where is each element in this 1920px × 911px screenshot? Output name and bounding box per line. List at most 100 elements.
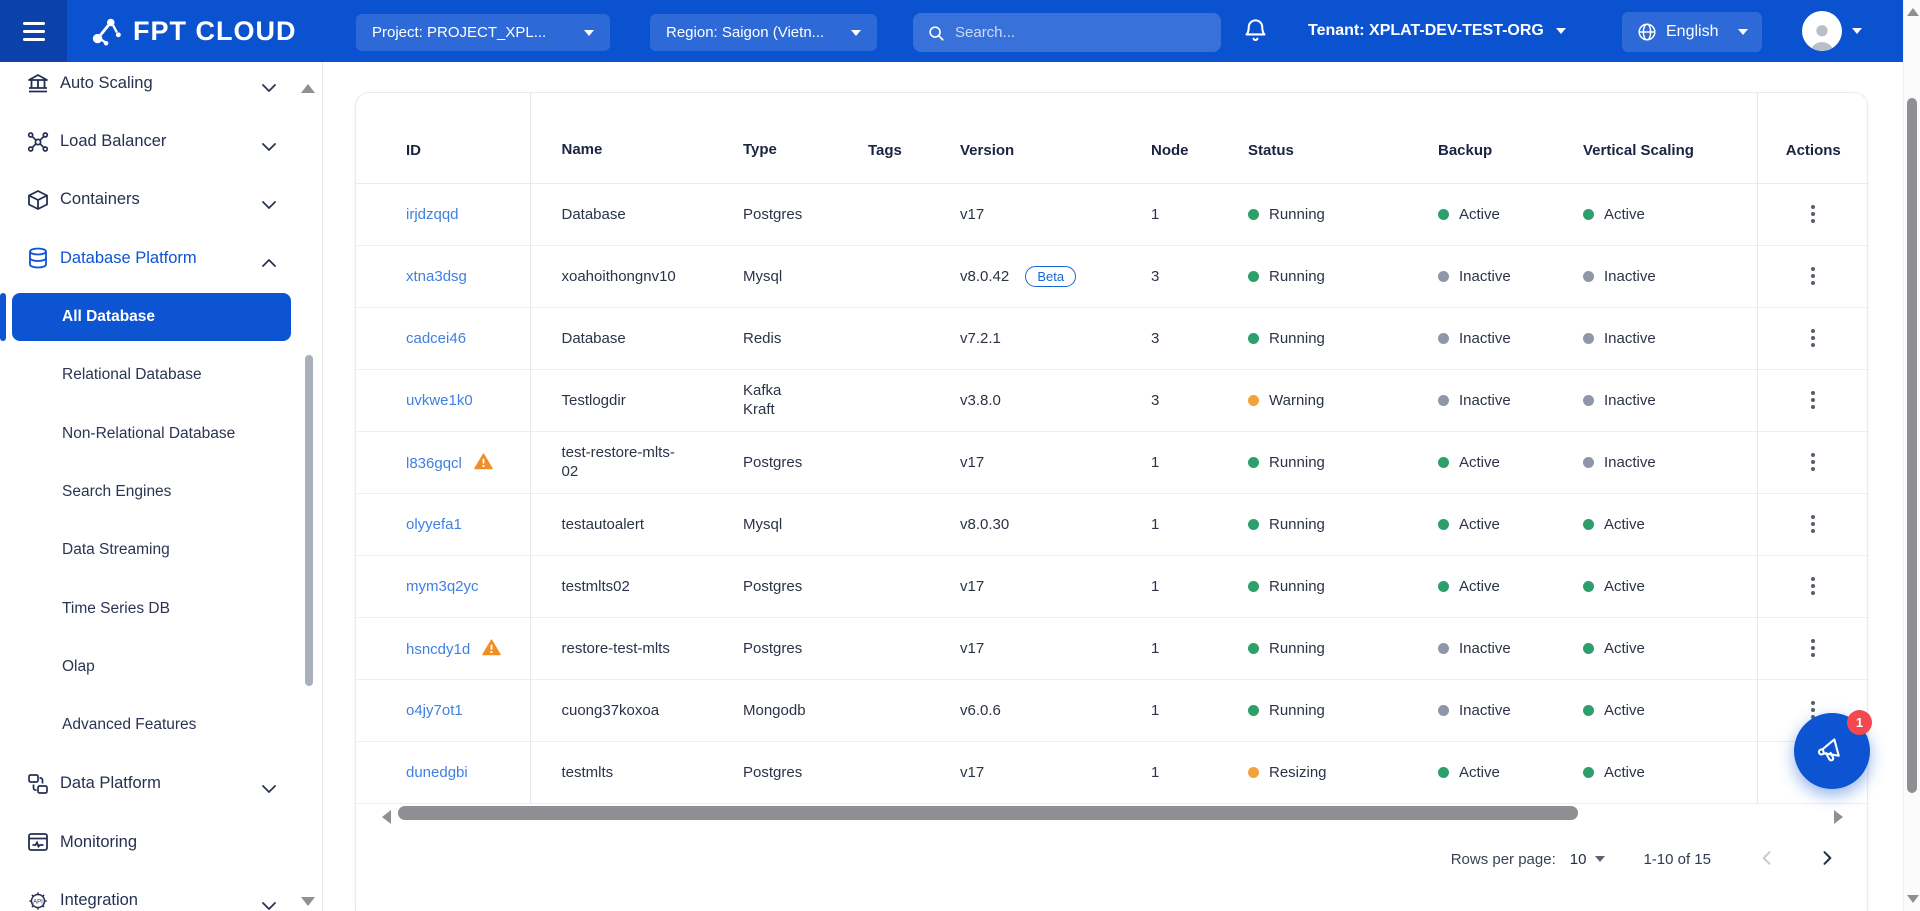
table-row[interactable]: l836gqcl test-restore-mlts- 02 Postgres … <box>356 431 1869 493</box>
status-cell: Warning <box>1248 369 1438 431</box>
database-id-link[interactable]: l836gqcl <box>406 455 462 472</box>
row-actions-kebab-button[interactable] <box>1801 444 1825 480</box>
warning-icon <box>482 639 501 656</box>
search-input[interactable] <box>955 24 1175 41</box>
sidebar-scroll-up-icon[interactable] <box>301 84 315 93</box>
region-selector[interactable]: Region: Saigon (Vietn... <box>650 14 877 51</box>
row-actions-kebab-button[interactable] <box>1801 258 1825 294</box>
column-header-actions: Actions <box>1757 93 1869 183</box>
column-header-version: Version <box>960 93 1151 183</box>
database-name: Testlogdir <box>530 369 743 431</box>
row-actions-kebab-button[interactable] <box>1801 196 1825 232</box>
table-row[interactable]: o4jy7ot1 cuong37koxoa Mongodb v6.0.6 1 R… <box>356 679 1869 741</box>
warning-icon <box>474 453 493 470</box>
sidebar-item-non-relational-database[interactable]: Non-Relational Database <box>0 404 322 462</box>
sidebar-item-advanced-features[interactable]: Advanced Features <box>0 696 322 754</box>
sidebar-item-database-platform[interactable]: Database Platform <box>0 229 322 287</box>
language-selector[interactable]: English <box>1622 12 1762 52</box>
status-dot <box>1248 333 1259 344</box>
sidebar-subitem-pill: Relational Database <box>12 351 291 399</box>
sidebar-item-containers[interactable]: Containers <box>0 171 322 229</box>
backup-cell: Active <box>1438 493 1583 555</box>
scroll-left-icon[interactable] <box>382 810 391 824</box>
backup-cell: Inactive <box>1438 369 1583 431</box>
table-row[interactable]: cadcei46 Database Redis v7.2.1 3 Running… <box>356 307 1869 369</box>
sidebar-item-data-streaming[interactable]: Data Streaming <box>0 521 322 579</box>
chevron-right-icon <box>1817 848 1837 868</box>
vertical-scaling-cell: Active <box>1583 493 1757 555</box>
rows-per-page-select[interactable]: 10 <box>1570 851 1606 868</box>
table-row[interactable]: dunedgbi testmlts Postgres v17 1 Resizin… <box>356 741 1869 803</box>
tenant-selector[interactable]: Tenant: XPLAT-DEV-TEST-ORG <box>1308 0 1566 62</box>
chevron-down-icon <box>1738 29 1748 35</box>
row-actions-kebab-button[interactable] <box>1801 506 1825 542</box>
database-id-link[interactable]: o4jy7ot1 <box>406 702 463 719</box>
megaphone-icon <box>1812 731 1852 771</box>
database-id-link[interactable]: irjdzqqd <box>406 206 459 223</box>
table-row[interactable]: uvkwe1k0 Testlogdir Kafka Kraft v3.8.0 3… <box>356 369 1869 431</box>
status-dot <box>1248 581 1259 592</box>
database-id-link[interactable]: hsncdy1d <box>406 641 470 658</box>
page-scrollbar-thumb[interactable] <box>1907 98 1917 793</box>
user-menu[interactable] <box>1802 0 1862 62</box>
database-type: Kafka Kraft <box>743 369 868 431</box>
database-id-link[interactable]: uvkwe1k0 <box>406 392 473 409</box>
backup-status-dot <box>1438 705 1449 716</box>
sidebar-scrollbar-thumb[interactable] <box>305 355 313 686</box>
hamburger-menu-button[interactable] <box>0 0 67 62</box>
sidebar-item-load-balancer[interactable]: Load Balancer <box>0 112 322 170</box>
sidebar-item-monitoring[interactable]: Monitoring <box>0 813 322 871</box>
sidebar-item-data-platform[interactable]: Data Platform <box>0 755 322 813</box>
chevron-left-icon <box>1757 848 1777 868</box>
table-row[interactable]: hsncdy1d restore-test-mlts Postgres v17 … <box>356 617 1869 679</box>
database-id-link[interactable]: olyyefa1 <box>406 516 462 533</box>
row-actions-kebab-button[interactable] <box>1801 630 1825 666</box>
previous-page-button[interactable] <box>1753 844 1781 875</box>
database-id-link[interactable]: xtna3dsg <box>406 268 467 285</box>
sidebar-item-all-database[interactable]: All Database <box>0 288 322 346</box>
database-node-count: 3 <box>1151 369 1248 431</box>
scroll-up-icon[interactable] <box>1907 8 1919 16</box>
status-cell: Running <box>1248 617 1438 679</box>
database-id-link[interactable]: mym3q2yc <box>406 578 479 595</box>
vertical-scaling-cell: Active <box>1583 617 1757 679</box>
database-id-link[interactable]: dunedgbi <box>406 764 468 781</box>
table-row[interactable]: irjdzqqd Database Postgres v17 1 Running… <box>356 183 1869 245</box>
table-row[interactable]: olyyefa1 testautoalert Mysql v8.0.30 1 R… <box>356 493 1869 555</box>
notification-bell-button[interactable] <box>1240 17 1270 47</box>
row-actions-kebab-button[interactable] <box>1801 568 1825 604</box>
sidebar-scroll-down-icon[interactable] <box>301 897 315 906</box>
sidebar-item-search-engines[interactable]: Search Engines <box>0 463 322 521</box>
top-header: FPT CLOUD Project: PROJECT_XPL... Region… <box>0 0 1903 62</box>
next-page-button[interactable] <box>1813 844 1841 875</box>
project-selector[interactable]: Project: PROJECT_XPL... <box>356 14 610 51</box>
horizontal-scrollbar-thumb[interactable] <box>398 806 1578 820</box>
scroll-right-icon[interactable] <box>1834 810 1843 824</box>
database-id-link[interactable]: cadcei46 <box>406 330 466 347</box>
row-actions-kebab-button[interactable] <box>1801 320 1825 356</box>
auto-scaling-icon <box>26 71 50 95</box>
database-name: cuong37koxoa <box>530 679 743 741</box>
horizontal-scrollbar <box>356 801 1869 831</box>
database-node-count: 1 <box>1151 431 1248 493</box>
sidebar-item-auto-scaling[interactable]: Auto Scaling <box>0 62 322 112</box>
table-row[interactable]: mym3q2yc testmlts02 Postgres v17 1 Runni… <box>356 555 1869 617</box>
sidebar-item-olap[interactable]: Olap <box>0 638 322 696</box>
table-header-row: IDNameTypeTagsVersionNodeStatusBackupVer… <box>356 93 1869 183</box>
database-version: v17 <box>960 555 1151 617</box>
search-box[interactable] <box>913 13 1221 52</box>
integration-icon <box>26 889 50 911</box>
column-header-vertical-scaling: Vertical Scaling <box>1583 93 1757 183</box>
sidebar-item-integration[interactable]: Integration <box>0 871 322 911</box>
database-tags <box>868 679 960 741</box>
row-actions-kebab-button[interactable] <box>1801 382 1825 418</box>
sidebar-subitem-pill: Advanced Features <box>12 701 291 749</box>
fpt-cloud-logo: FPT CLOUD <box>90 0 297 62</box>
table-row[interactable]: xtna3dsg xoahoithongnv10 Mysql v8.0.42 B… <box>356 245 1869 307</box>
sidebar-item-relational-database[interactable]: Relational Database <box>0 346 322 404</box>
scroll-down-icon[interactable] <box>1907 895 1919 903</box>
sidebar-item-time-series-db[interactable]: Time Series DB <box>0 580 322 638</box>
database-tags <box>868 617 960 679</box>
page-scrollbar <box>1903 0 1920 911</box>
database-node-count: 1 <box>1151 741 1248 803</box>
